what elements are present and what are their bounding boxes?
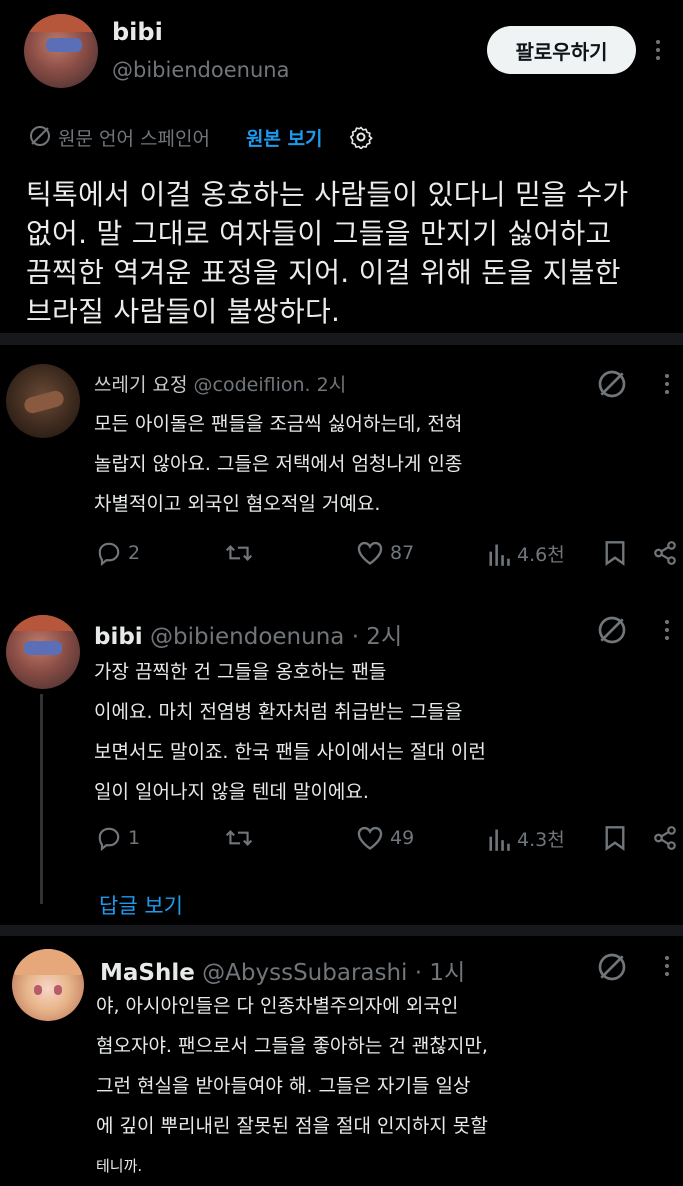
handle[interactable]: @bibiendoenuna xyxy=(112,58,289,82)
share-button[interactable] xyxy=(652,540,678,566)
share-icon xyxy=(652,540,678,566)
like-count: 49 xyxy=(390,827,415,849)
reply-count: 1 xyxy=(128,827,141,849)
heart-icon xyxy=(356,825,384,851)
bookmark-button[interactable] xyxy=(604,540,626,566)
views-icon xyxy=(487,541,511,567)
timestamp[interactable]: 2시 xyxy=(317,374,347,396)
display-name[interactable]: 쓰레기 요정 xyxy=(94,374,187,396)
divider xyxy=(0,925,683,936)
share-icon xyxy=(652,825,678,851)
more-icon[interactable] xyxy=(664,620,670,640)
post-line: 없어. 말 그대로 여자들이 그들을 만지기 싫어하고 xyxy=(26,217,612,250)
timestamp[interactable]: · 2시 xyxy=(352,624,402,650)
thread-line xyxy=(40,694,43,904)
view-original-link[interactable]: 원본 보기 xyxy=(246,124,323,151)
reply-line: 모든 아이돌은 팬들을 조금씩 싫어하는데, 전혀 xyxy=(94,413,463,435)
repost-icon xyxy=(224,825,254,851)
translate-icon xyxy=(28,124,52,148)
handle[interactable]: @codeiflion. xyxy=(194,374,311,396)
bookmark-icon xyxy=(604,825,626,851)
reply-text: 야, 아시아인들은 다 인종차별주의자에 외국인 혐오자야. 팬으로서 그들을 … xyxy=(96,986,488,1186)
more-icon[interactable] xyxy=(664,956,670,976)
post-line: 끔찍한 역겨운 표정을 지어. 이걸 위해 돈을 지불한 xyxy=(26,256,621,289)
display-name[interactable]: bibi xyxy=(112,18,163,46)
handle[interactable]: @AbyssSubarashi xyxy=(202,960,407,986)
more-icon[interactable] xyxy=(664,374,670,394)
views-count: 4.3천 xyxy=(517,829,565,851)
reply-line: 에 깊이 뿌리내린 잘못된 점을 절대 인지하지 못할 xyxy=(96,1115,488,1137)
reply-count: 2 xyxy=(128,542,141,564)
views-button[interactable]: 4.6천 xyxy=(487,540,565,567)
reply-line: 이에요. 마치 전염병 환자처럼 취급받는 그들을 xyxy=(94,701,463,723)
follow-button[interactable]: 팔로우하기 xyxy=(487,26,636,74)
settings-icon[interactable] xyxy=(349,125,373,149)
follow-label: 팔로우하기 xyxy=(515,39,608,64)
reply-line: 가장 끔찍한 건 그들을 옹호하는 팬들 xyxy=(94,661,387,683)
like-count: 87 xyxy=(390,542,415,564)
reply-header: MaShle @AbyssSubarashi · 1시 xyxy=(100,953,465,987)
reply-text: 가장 끔찍한 건 그들을 옹호하는 팬들 이에요. 마치 전염병 환자처럼 취급… xyxy=(94,652,486,812)
post-line: 브라질 사람들이 불쌍하다. xyxy=(26,295,341,328)
reply-line: 놀랍지 않아요. 그들은 저택에서 엄청나게 인종 xyxy=(94,453,463,475)
translate-icon[interactable] xyxy=(596,614,628,646)
divider xyxy=(0,333,683,345)
bookmark-icon xyxy=(604,540,626,566)
translate-icon[interactable] xyxy=(596,951,628,983)
reply-line: 차별적이고 외국인 혐오적일 거예요. xyxy=(94,493,381,515)
display-name[interactable]: MaShle xyxy=(100,960,195,986)
handle[interactable]: @bibiendoenuna xyxy=(150,624,344,650)
reply-header: bibi @bibiendoenuna · 2시 xyxy=(94,617,402,651)
post-text: 틱톡에서 이걸 옹호하는 사람들이 있다니 믿을 수가 없어. 말 그대로 여자… xyxy=(26,175,628,331)
more-icon[interactable] xyxy=(655,40,661,60)
post-line: 틱톡에서 이걸 옹호하는 사람들이 있다니 믿을 수가 xyxy=(26,178,629,211)
reply-button[interactable]: 2 xyxy=(96,540,140,566)
views-icon xyxy=(487,826,511,852)
reply-icon xyxy=(96,540,122,566)
reply-line: 테니까. xyxy=(96,1157,143,1175)
display-name[interactable]: bibi xyxy=(94,624,143,650)
repost-button[interactable] xyxy=(224,825,254,851)
avatar[interactable] xyxy=(24,14,98,88)
show-replies-link[interactable]: 답글 보기 xyxy=(99,890,183,920)
views-count: 4.6천 xyxy=(517,544,565,566)
views-button[interactable]: 4.3천 xyxy=(487,825,565,852)
reply-text: 모든 아이돌은 팬들을 조금씩 싫어하는데, 전혀 놀랍지 않아요. 그들은 저… xyxy=(94,404,462,524)
reply-icon xyxy=(96,825,122,851)
avatar[interactable] xyxy=(6,364,80,438)
translate-icon[interactable] xyxy=(596,368,628,400)
reply-line: 그런 현실을 받아들여야 해. 그들은 자기들 일상 xyxy=(96,1075,471,1097)
avatar[interactable] xyxy=(12,949,84,1021)
like-button[interactable]: 49 xyxy=(356,825,414,851)
reply-line: 야, 아시아인들은 다 인종차별주의자에 외국인 xyxy=(96,995,459,1017)
repost-icon xyxy=(224,540,254,566)
reply-line: 보면서도 말이죠. 한국 팬들 사이에서는 절대 이런 xyxy=(94,741,486,763)
share-button[interactable] xyxy=(652,825,678,851)
reply-line: 일이 일어나지 않을 텐데 말이에요. xyxy=(94,781,369,803)
avatar[interactable] xyxy=(6,615,80,689)
reply-header: 쓰레기 요정 @codeiflion. 2시 xyxy=(94,370,346,397)
like-button[interactable]: 87 xyxy=(356,540,414,566)
translate-note: 원문 언어 스페인어 xyxy=(58,128,210,150)
reply-button[interactable]: 1 xyxy=(96,825,140,851)
heart-icon xyxy=(356,540,384,566)
timestamp[interactable]: · 1시 xyxy=(415,960,465,986)
repost-button[interactable] xyxy=(224,540,254,566)
bookmark-button[interactable] xyxy=(604,825,626,851)
reply-line: 혐오자야. 팬으로서 그들을 좋아하는 건 괜찮지만, xyxy=(96,1035,488,1057)
